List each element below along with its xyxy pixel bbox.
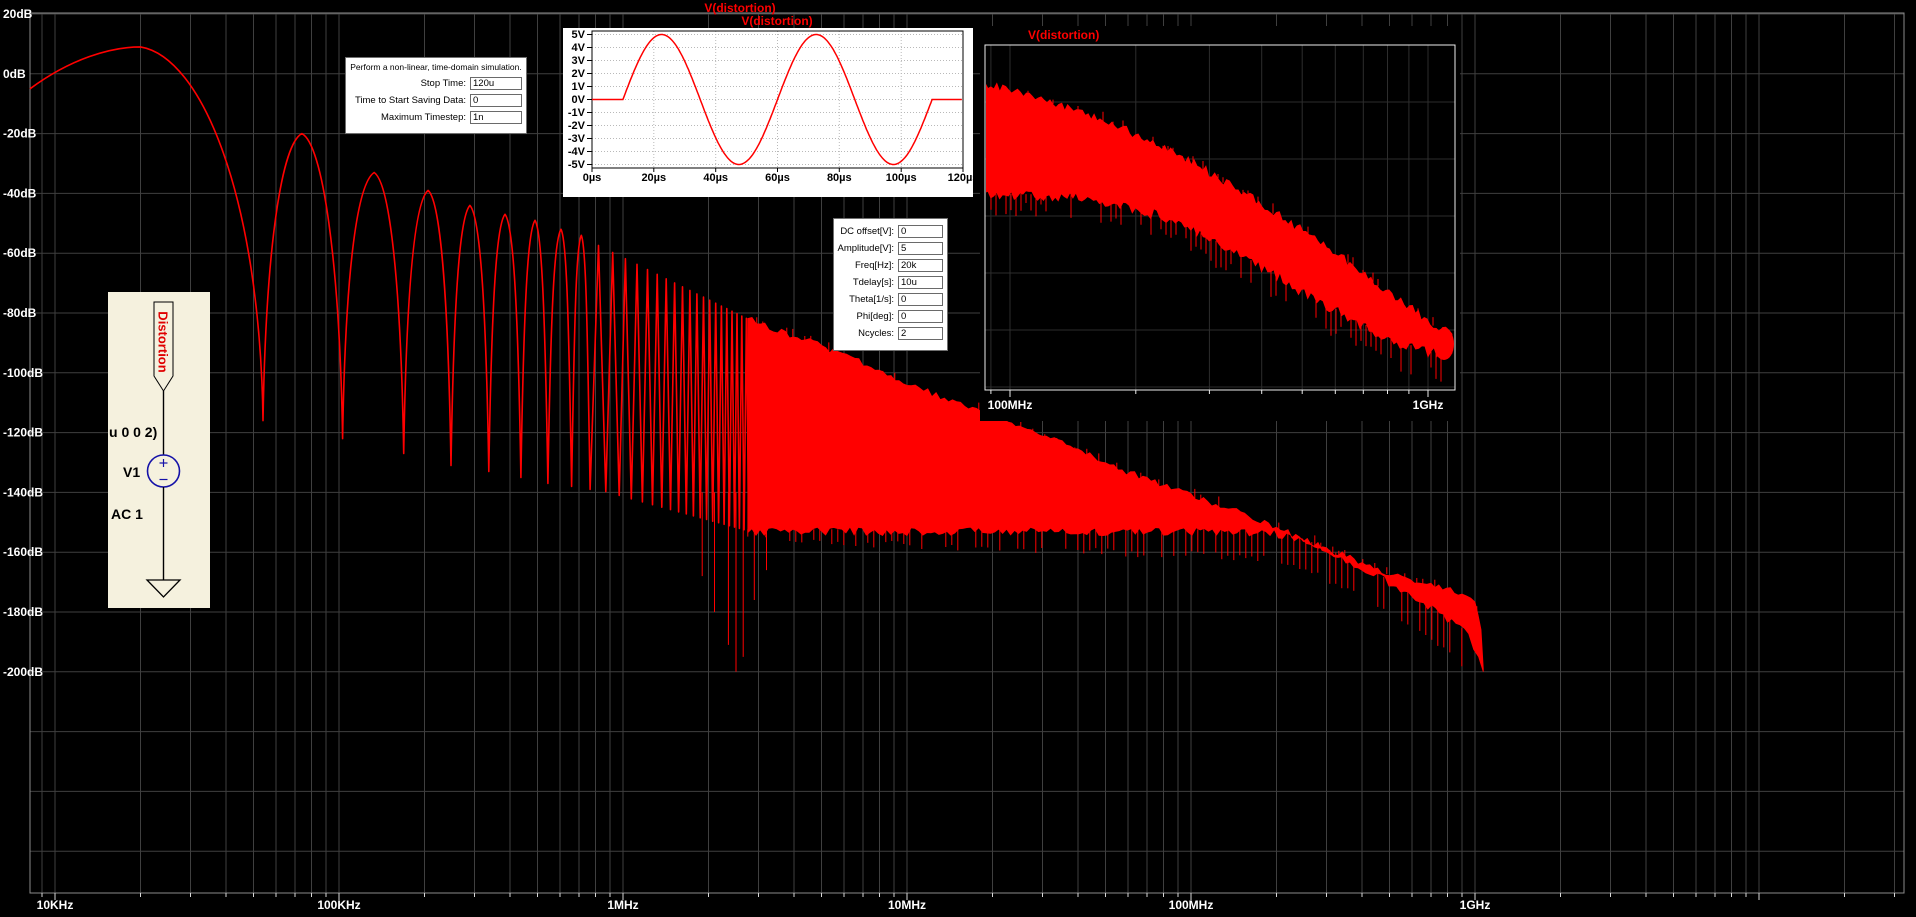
stop-time-label: Stop Time: [420,78,466,89]
time-y-tick-label: 5V [572,29,586,41]
main-y-tick-label: -140dB [3,485,43,499]
time-x-tick-label: 60µs [765,172,790,184]
main-y-tick-label: -40dB [3,186,37,200]
main-x-tick-label: 100MHz [1169,898,1214,912]
time-domain-inset: 5V4V3V2V1V0V-1V-2V-3V-4V-5V0µs 20µs 40µs 60… [563,28,973,197]
theta-label: Theta[1/s]: [849,294,894,305]
time-y-tick-label: 2V [572,68,586,80]
time-start-saving-input[interactable]: 0 [470,94,522,107]
main-y-tick-label: -60dB [3,246,37,260]
time-x-tick-label: 100µs [886,172,917,184]
time-y-tick-label: -1V [568,107,586,119]
phi-label: Phi[deg]: [856,311,895,322]
phi-row: Phi[deg]: 0 [834,310,943,323]
main-x-tick-label: 100KHz [317,898,360,912]
time-x-tick-label: 0µs [583,172,602,184]
tdelay-row: Tdelay[s]: 10u [834,276,943,289]
time-y-tick-label: 0V [572,94,586,106]
time-y-tick-label: 3V [572,55,586,67]
max-timestep-row: Maximum Timestep: 1n [346,111,522,124]
transient-description: Perform a non-linear, time-domain simula… [350,62,522,72]
sine-params-dialog: DC offset[V]: 0 Amplitude[V]: 5 Freq[Hz]… [833,218,948,351]
time-y-tick-label: 1V [572,81,586,93]
main-y-tick-label: -20dB [3,127,37,141]
theta-input[interactable]: 0 [898,293,943,306]
max-timestep-input[interactable]: 1n [470,111,522,124]
dc-offset-row: DC offset[V]: 0 [834,225,943,238]
fft-zoom-inset: 100MHz 1GHz [980,26,1460,421]
ltspice-workspace: 20dB 0dB -20dB -40dB -60dB -80dB -100dB -120dB -… [0,0,1916,917]
amplitude-row: Amplitude[V]: 5 [834,242,943,255]
theta-row: Theta[1/s]: 0 [834,293,943,306]
phi-input[interactable]: 0 [898,310,943,323]
time-x-tick-label: 120µs [948,172,973,184]
dc-offset-label: DC offset[V]: [840,226,894,237]
refdes-v1[interactable]: V1 [123,464,140,480]
time-x-tick-label: 20µs [641,172,666,184]
dc-offset-input[interactable]: 0 [898,225,943,238]
main-y-tick-label: 0dB [3,67,26,81]
spice-ac-spec: AC 1 [111,506,143,522]
time-y-tick-label: 4V [572,42,586,54]
schematic-fragment: Distortion u 0 0 2) V1 AC 1 [108,292,210,608]
net-label-distortion[interactable]: Distortion [156,311,171,372]
time-y-tick-label: -2V [568,120,586,132]
stop-time-input[interactable]: 120u [470,77,522,90]
zoom-x-tick-label: 1GHz [1413,398,1444,412]
main-x-tick-label: 10KHz [37,898,74,912]
tdelay-label: Tdelay[s]: [852,277,894,288]
zoom-inset-title: V(distortion) [1028,28,1100,42]
ncycles-row: Ncycles: 2 [834,327,943,340]
tdelay-input[interactable]: 10u [898,276,943,289]
main-y-tick-label: -120dB [3,426,43,440]
main-y-tick-label: -100dB [3,366,43,380]
max-timestep-label: Maximum Timestep: [381,112,466,123]
main-y-tick-label: -160dB [3,545,43,559]
zoom-x-tick-label: 100MHz [988,398,1033,412]
time-x-tick-label: 80µs [827,172,852,184]
main-y-tick-label: -180dB [3,605,43,619]
ncycles-input[interactable]: 2 [898,327,943,340]
main-x-tick-label: 10MHz [888,898,926,912]
time-x-tick-label: 40µs [703,172,728,184]
ncycles-label: Ncycles: [858,328,894,339]
freq-label: Freq[Hz]: [854,260,894,271]
freq-input[interactable]: 20k [898,259,943,272]
time-start-saving-row: Time to Start Saving Data: 0 [346,94,522,107]
amplitude-input[interactable]: 5 [898,242,943,255]
main-y-tick-label: 20dB [3,7,33,21]
time-y-tick-label: -3V [568,133,586,145]
time-y-tick-label: -5V [568,159,586,171]
time-start-saving-label: Time to Start Saving Data: [354,95,466,106]
time-inset-title: V(distortion) [741,14,813,28]
main-x-tick-label: 1GHz [1460,898,1491,912]
main-y-tick-label: -80dB [3,306,37,320]
main-y-tick-label: -200dB [3,665,43,679]
main-plot-title: V(distortion) [704,1,776,15]
amplitude-label: Amplitude[V]: [837,243,895,254]
stop-time-row: Stop Time: 120u [346,77,522,90]
spice-directive-partial: u 0 0 2) [109,424,158,440]
ground-symbol[interactable] [145,579,182,598]
freq-row: Freq[Hz]: 20k [834,259,943,272]
main-x-tick-label: 1MHz [607,898,638,912]
time-y-tick-label: -4V [568,146,586,158]
transient-dialog: Perform a non-linear, time-domain simula… [345,57,527,134]
